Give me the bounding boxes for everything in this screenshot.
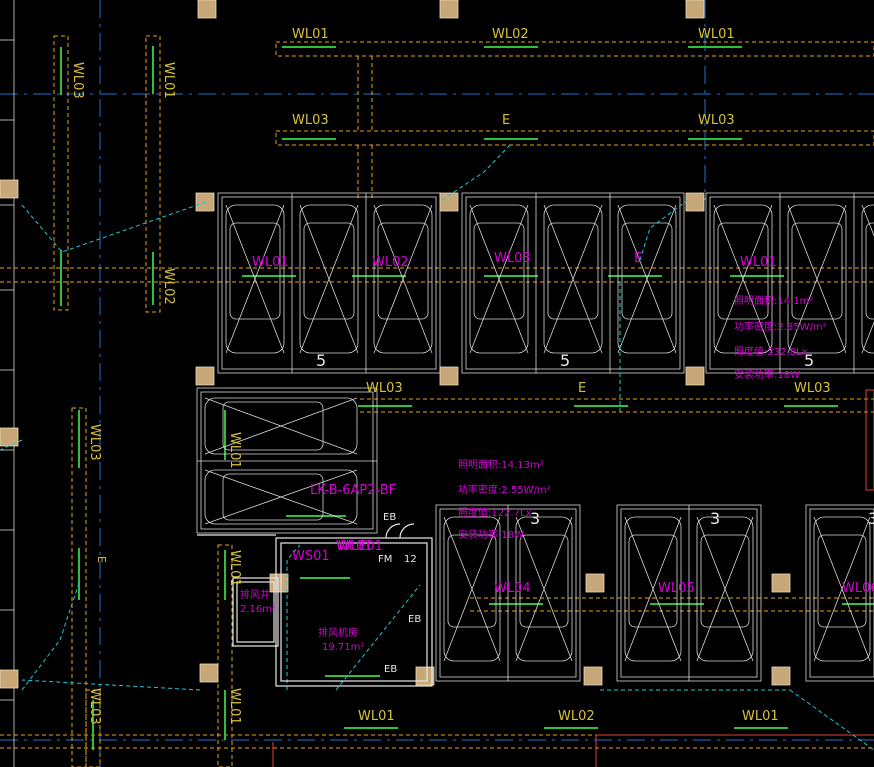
- annotation: 12: [404, 554, 417, 565]
- circuit-label: WL02: [372, 255, 409, 270]
- annotation: 安装功率:18W: [458, 528, 524, 541]
- annotation: EB: [384, 664, 397, 675]
- circuit-label: WL03: [794, 381, 831, 396]
- circuit-label: E: [502, 113, 510, 128]
- circuit-label: WL03: [70, 62, 85, 99]
- structural-column: [0, 179, 19, 199]
- slot-number: 3: [868, 509, 874, 528]
- circuit-label: WL03: [366, 381, 403, 396]
- circuit-label: WL03: [494, 251, 531, 266]
- annotation: FM: [378, 554, 392, 565]
- structural-column: [415, 666, 435, 686]
- structural-column: [685, 192, 705, 212]
- annotation: WLE01: [338, 539, 383, 554]
- circuit-label: WL01: [740, 255, 777, 270]
- annotation: 2.16m²: [240, 604, 276, 615]
- structural-column: [771, 666, 791, 686]
- circuit-label: WL01: [742, 709, 779, 724]
- annotation: WS01: [292, 549, 330, 564]
- circuit-label: WL02: [161, 268, 176, 305]
- slot-number: 5: [560, 351, 570, 370]
- structural-column: [585, 573, 605, 593]
- circuit-label: WL01: [227, 432, 242, 469]
- annotation: 照度值:122.7Lx: [458, 506, 532, 519]
- annotation: 排风井: [240, 588, 270, 601]
- annotation: LK-B-6AP2-BF: [310, 483, 396, 498]
- annotation: 照明面积:14.1m²: [734, 295, 813, 307]
- circuit-label: WL03: [292, 113, 329, 128]
- circuit-label: WL01: [292, 27, 329, 42]
- circuit-label: WL03: [87, 424, 102, 461]
- structural-column: [439, 366, 459, 386]
- structural-column: [269, 573, 289, 593]
- drawing-background: [0, 0, 874, 767]
- annotation: 照度值:232.8Lx: [734, 345, 808, 358]
- circuit-label: WL02: [558, 709, 595, 724]
- slot-number: 3: [710, 509, 720, 528]
- circuit-label: WL05: [658, 581, 695, 596]
- structural-column: [771, 573, 791, 593]
- slot-number: 3: [530, 509, 540, 528]
- structural-column: [199, 663, 219, 683]
- circuit-label: WL01: [161, 62, 176, 99]
- annotation: EB: [408, 614, 421, 625]
- annotation: 19.71m²: [322, 642, 364, 653]
- annotation: 安装功率:18W: [734, 368, 800, 381]
- cad-drawing-canvas[interactable]: WL01 WL02 WL01 WL03 E WL03 WL03 E WL03 W…: [0, 0, 874, 767]
- circuit-label: WL01: [227, 688, 242, 725]
- slot-number: 5: [804, 351, 814, 370]
- annotation: 功率密度:2.55W/m²: [458, 483, 551, 496]
- circuit-label: WL06: [842, 581, 874, 596]
- circuit-label: WL01: [227, 550, 242, 587]
- circuit-label: WL02: [492, 27, 529, 42]
- structural-column: [197, 0, 217, 19]
- annotation: 排风机房: [318, 626, 358, 639]
- circuit-label: WL01: [358, 709, 395, 724]
- structural-column: [195, 366, 215, 386]
- structural-column: [583, 666, 603, 686]
- annotation: 功率密度:2.85W/m²: [734, 320, 827, 333]
- circuit-label: E: [95, 556, 108, 563]
- structural-column: [685, 0, 705, 19]
- circuit-label: WL03: [87, 688, 102, 725]
- annotation: EB: [383, 512, 396, 523]
- circuit-label: E: [634, 251, 642, 266]
- slot-number: 5: [316, 351, 326, 370]
- structural-column: [439, 0, 459, 19]
- circuit-label: WL04: [494, 581, 531, 596]
- structural-column: [0, 669, 19, 689]
- circuit-label: WL01: [252, 255, 289, 270]
- annotation: 照明面积:14.13m²: [458, 459, 544, 471]
- circuit-label: WL03: [698, 113, 735, 128]
- circuit-label: WL01: [698, 27, 735, 42]
- circuit-label: E: [578, 381, 586, 396]
- structural-column: [685, 366, 705, 386]
